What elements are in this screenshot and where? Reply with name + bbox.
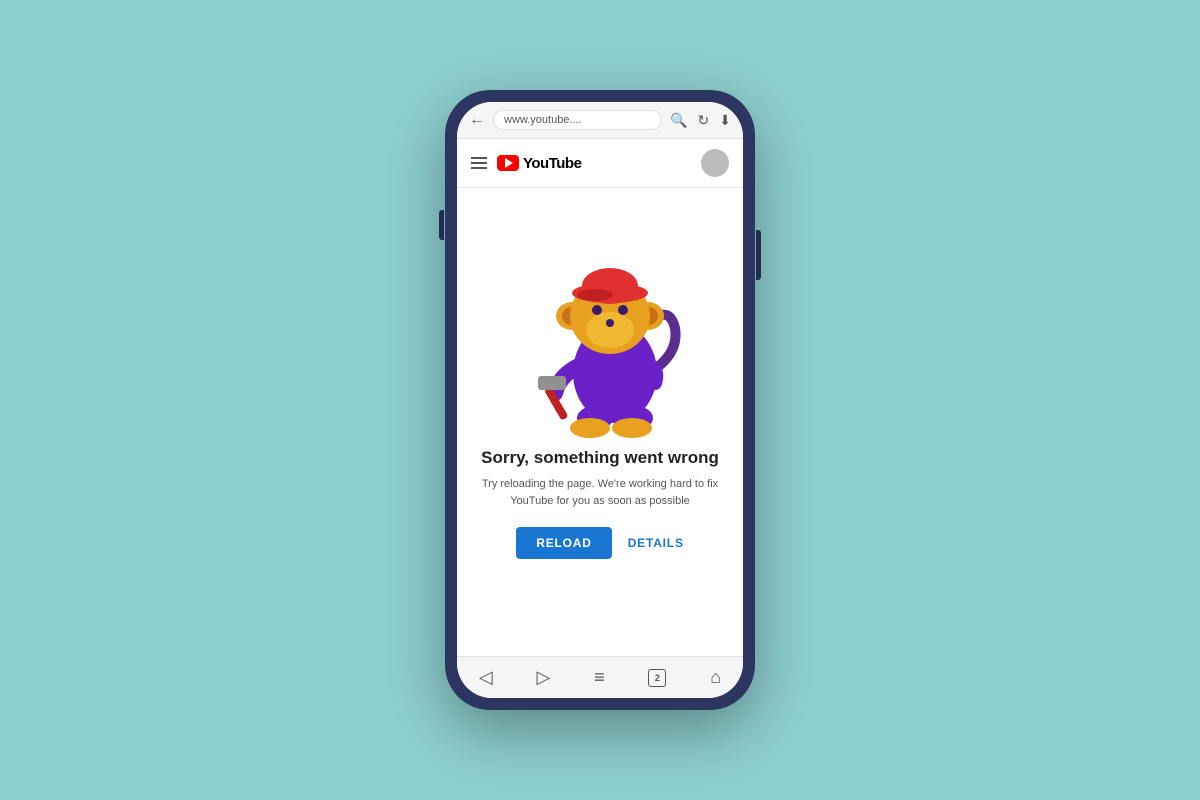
- hamburger-menu-icon[interactable]: [471, 157, 487, 169]
- browser-back-icon[interactable]: ←: [469, 111, 485, 129]
- error-monkey-illustration: [500, 198, 700, 438]
- nav-tabs-icon[interactable]: 2: [648, 669, 666, 687]
- youtube-logo: YouTube: [497, 155, 581, 172]
- error-subtitle: Try reloading the page. We're working ha…: [477, 476, 723, 509]
- nav-home-icon[interactable]: ⌂: [710, 667, 721, 688]
- search-icon[interactable]: 🔍: [670, 112, 687, 129]
- error-action-buttons: RELOAD DETAILS: [516, 527, 684, 559]
- nav-back-icon[interactable]: ◁: [479, 667, 493, 688]
- reload-button[interactable]: RELOAD: [516, 527, 611, 559]
- youtube-header: YouTube: [457, 139, 743, 188]
- phone-frame: ← www.youtube.... 🔍 ↻ ⬇ YouTube: [445, 90, 755, 710]
- url-text: www.youtube....: [504, 114, 582, 126]
- bottom-navigation-bar: ◁ ▷ ≡ 2 ⌂: [457, 656, 743, 698]
- youtube-play-icon: [497, 155, 519, 171]
- nav-forward-icon[interactable]: ▷: [537, 667, 551, 688]
- browser-address-bar: ← www.youtube.... 🔍 ↻ ⬇: [457, 102, 743, 139]
- details-button[interactable]: DETAILS: [628, 536, 684, 550]
- error-content-area: Sorry, something went wrong Try reloadin…: [457, 188, 743, 656]
- browser-action-icons: 🔍 ↻ ⬇: [670, 112, 731, 129]
- avatar[interactable]: [701, 149, 729, 177]
- nav-menu-icon[interactable]: ≡: [594, 667, 605, 688]
- browser-url-bar[interactable]: www.youtube....: [493, 110, 662, 130]
- error-title: Sorry, something went wrong: [481, 448, 719, 468]
- youtube-wordmark: YouTube: [523, 155, 581, 172]
- download-icon[interactable]: ⬇: [719, 112, 731, 129]
- tabs-count: 2: [655, 673, 660, 683]
- phone-screen: ← www.youtube.... 🔍 ↻ ⬇ YouTube: [457, 102, 743, 698]
- refresh-icon[interactable]: ↻: [698, 112, 710, 129]
